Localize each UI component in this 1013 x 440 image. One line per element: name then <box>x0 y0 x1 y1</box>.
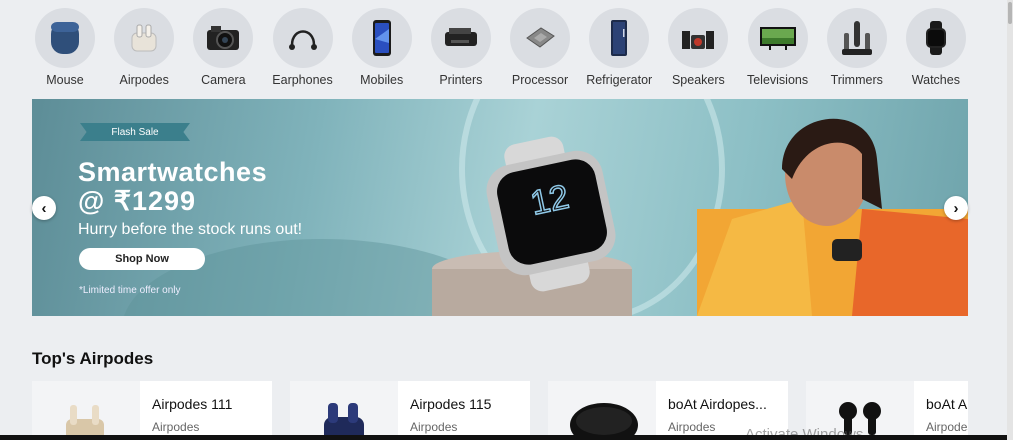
category-label: Earphones <box>272 73 333 87</box>
chevron-left-icon: ‹ <box>41 199 47 217</box>
product-category: Airpodes <box>926 420 968 434</box>
category-watches[interactable]: Watches <box>899 8 973 92</box>
airpods-icon <box>114 8 175 68</box>
category-label: Speakers <box>671 73 725 87</box>
product-name: Airpodes 115 <box>410 396 492 412</box>
product-name: boAt Airdopes... <box>668 396 767 412</box>
promo-banner[interactable]: 12 Flash Sale Smartwatches @ ₹1299 Hurry… <box>32 99 968 316</box>
category-mobiles[interactable]: Mobiles <box>345 8 419 92</box>
category-televisions[interactable]: Televisions <box>741 8 815 92</box>
category-speakers[interactable]: Speakers <box>661 8 735 92</box>
category-processor[interactable]: Processor <box>503 8 577 92</box>
printer-icon <box>430 8 491 68</box>
category-printers[interactable]: Printers <box>424 8 498 92</box>
category-earphones[interactable]: Earphones <box>266 8 340 92</box>
processor-icon <box>510 8 571 68</box>
speakers-icon <box>668 8 729 68</box>
category-label: Watches <box>911 73 960 87</box>
category-label: Mouse <box>46 73 84 87</box>
banner-price: @ ₹1299 <box>78 186 197 216</box>
product-image <box>32 381 140 440</box>
banner-subtitle: Hurry before the stock runs out! <box>78 221 303 238</box>
banner-note: *Limited time offer only <box>79 285 181 296</box>
bottom-edge <box>0 435 1013 440</box>
section-title: Top's Airpodes <box>32 349 154 368</box>
category-label: Refrigerator <box>586 73 653 87</box>
product-card[interactable]: Airpodes 111 Airpodes <box>32 381 272 440</box>
page-scrollbar[interactable] <box>1007 0 1013 440</box>
category-refrigerator[interactable]: Refrigerator <box>582 8 656 92</box>
banner-title: Smartwatches <box>78 157 268 187</box>
flash-sale-tag: Flash Sale <box>80 123 190 141</box>
category-label: Airpodes <box>119 73 169 87</box>
category-label: Printers <box>439 73 483 87</box>
television-icon <box>747 8 808 68</box>
product-category: Airpodes <box>152 420 200 434</box>
category-mouse[interactable]: Mouse <box>28 8 102 92</box>
category-label: Televisions <box>746 73 809 87</box>
scrollbar-thumb[interactable] <box>1008 2 1012 24</box>
banner-next-button[interactable]: › <box>944 196 968 220</box>
trimmer-icon <box>826 8 887 68</box>
earphones-icon <box>272 8 333 68</box>
product-name: boAt A <box>926 396 968 412</box>
category-label: Trimmers <box>830 73 883 87</box>
category-label: Processor <box>511 73 569 87</box>
refrigerator-icon <box>589 8 650 68</box>
category-label: Mobiles <box>360 73 404 87</box>
chevron-right-icon: › <box>953 199 959 217</box>
banner-prev-button[interactable]: ‹ <box>32 196 56 220</box>
mouse-icon <box>35 8 95 68</box>
product-card[interactable]: Airpodes 115 Airpodes <box>290 381 530 440</box>
watch-icon <box>905 8 966 68</box>
camera-icon <box>193 8 254 68</box>
category-row: Mouse Airpodes Camera Earphones Mobiles … <box>28 8 973 92</box>
mobile-icon <box>351 8 412 68</box>
product-image <box>548 381 656 440</box>
category-camera[interactable]: Camera <box>186 8 260 92</box>
shop-now-button[interactable]: Shop Now <box>79 248 205 270</box>
product-category: Airpodes <box>410 420 458 434</box>
product-image <box>290 381 398 440</box>
model-image <box>697 118 968 316</box>
category-trimmers[interactable]: Trimmers <box>820 8 894 92</box>
category-label: Camera <box>201 73 246 87</box>
watch-face-time: 12 <box>527 178 572 223</box>
category-airpodes[interactable]: Airpodes <box>107 8 181 92</box>
product-name: Airpodes 111 <box>152 396 233 412</box>
